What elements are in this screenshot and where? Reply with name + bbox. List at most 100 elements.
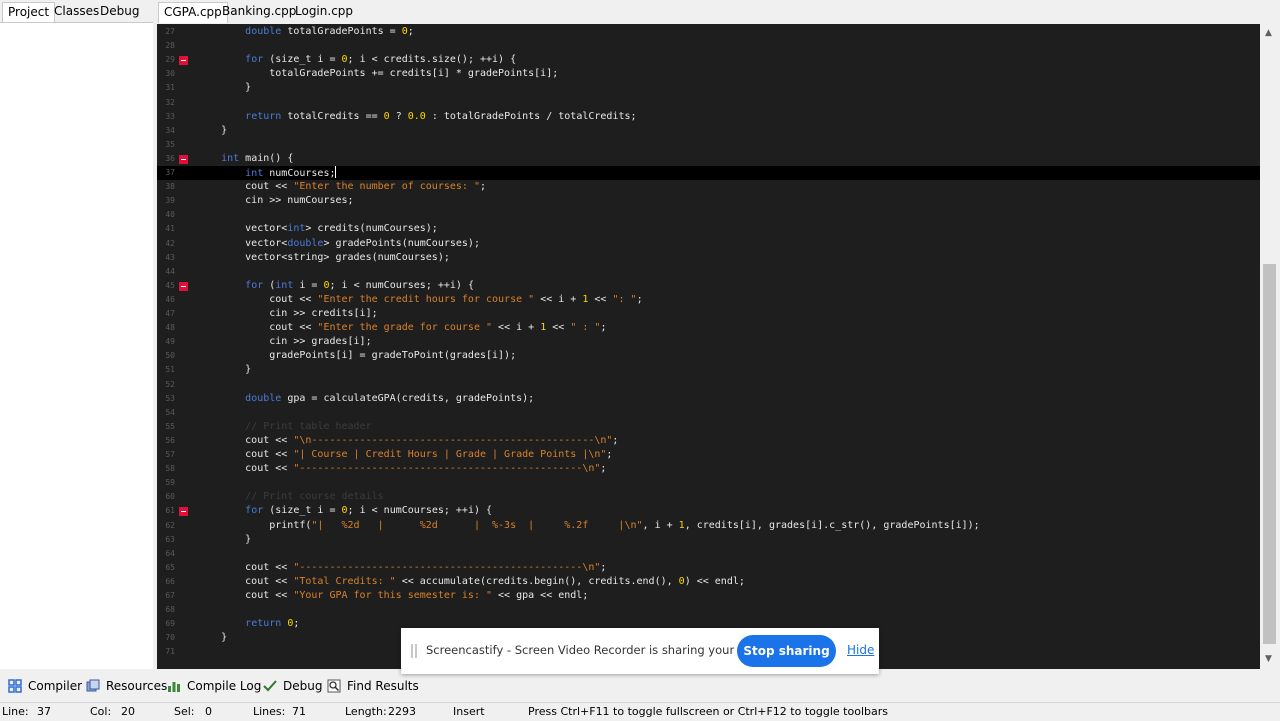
drag-handle-icon[interactable] bbox=[411, 644, 417, 658]
code-line[interactable]: 66 cout << "Total Credits: " << accumula… bbox=[157, 575, 1260, 589]
code-token: } bbox=[197, 632, 228, 643]
code-line[interactable]: 30 totalGradePoints += credits[i] * grad… bbox=[157, 67, 1260, 81]
compile-log-tab-label: Compile Log bbox=[187, 679, 262, 693]
code-line[interactable]: 60 // Print course details bbox=[157, 490, 1260, 504]
code-token-kw: double bbox=[245, 26, 282, 37]
line-number: 71 bbox=[165, 647, 175, 656]
code-editor[interactable]: 27 double totalGradePoints = 0; 28 29 for … bbox=[157, 24, 1260, 669]
find-results-tab[interactable]: Find Results bbox=[327, 677, 419, 695]
code-line[interactable]: 34 } bbox=[157, 124, 1260, 138]
scroll-up-arrow-icon[interactable]: ▲ bbox=[1265, 28, 1272, 38]
code-line[interactable]: 64 bbox=[157, 547, 1260, 561]
code-line[interactable]: 39 cin >> numCourses; bbox=[157, 194, 1260, 208]
code-token: } bbox=[197, 534, 252, 545]
code-text: // Print table header bbox=[197, 420, 371, 434]
code-line[interactable]: 68 bbox=[157, 603, 1260, 617]
code-line[interactable]: 32 bbox=[157, 96, 1260, 110]
code-line[interactable]: 57 cout << "| Course | Credit Hours | Gr… bbox=[157, 448, 1260, 462]
code-line[interactable]: 50 gradePoints[i] = gradeToPoint(grades[… bbox=[157, 349, 1260, 363]
vertical-scrollbar[interactable]: ▲ ▼ bbox=[1260, 24, 1280, 669]
fold-collapse-icon[interactable] bbox=[179, 282, 188, 291]
code-line[interactable]: 31 } bbox=[157, 81, 1260, 95]
debug-tab[interactable]: Debug bbox=[263, 677, 322, 695]
code-line[interactable]: 36 int main() { bbox=[157, 152, 1260, 166]
code-line[interactable]: 56 cout << "\n--------------------------… bbox=[157, 434, 1260, 448]
compile-log-tab[interactable]: Compile Log bbox=[167, 677, 261, 695]
code-line[interactable]: 53 double gpa = calculateGPA(credits, gr… bbox=[157, 392, 1260, 406]
line-number: 45 bbox=[165, 281, 175, 290]
line-number: 70 bbox=[165, 633, 175, 642]
code-line[interactable]: 65 cout << "----------------------------… bbox=[157, 561, 1260, 575]
code-text: } bbox=[197, 363, 251, 377]
code-line[interactable]: 29 for (size_t i = 0; i < credits.size()… bbox=[157, 53, 1260, 67]
code-line[interactable]: 58 cout << "----------------------------… bbox=[157, 462, 1260, 476]
bottom-panel-tabs: Compiler Resources Compile Log Debug Fin… bbox=[0, 672, 1280, 700]
code-line[interactable]: 62 printf("| %2d | %2d | %-3s | %.2f |\n… bbox=[157, 519, 1260, 533]
code-text: for (size_t i = 0; i < credits.size(); +… bbox=[197, 53, 516, 67]
line-number: 31 bbox=[165, 83, 175, 92]
tab-debug[interactable]: Debug bbox=[95, 2, 144, 22]
tab-project[interactable]: Project bbox=[2, 2, 56, 22]
code-token: ; bbox=[600, 322, 607, 333]
fold-collapse-icon[interactable] bbox=[179, 155, 188, 164]
compiler-tab[interactable]: Compiler bbox=[8, 677, 82, 695]
code-line[interactable]: 40 bbox=[157, 208, 1260, 222]
code-text: } bbox=[197, 533, 251, 547]
code-token-kw: int bbox=[287, 223, 306, 234]
hide-banner-link[interactable]: Hide bbox=[847, 643, 874, 657]
code-line[interactable]: 43 vector<string> grades(numCourses); bbox=[157, 251, 1260, 265]
code-text: cout << "Total Credits: " << accumulate(… bbox=[197, 575, 745, 589]
code-line[interactable]: 54 bbox=[157, 406, 1260, 420]
code-line[interactable]: 44 bbox=[157, 265, 1260, 279]
fold-collapse-icon[interactable] bbox=[179, 507, 188, 516]
scrollbar-thumb[interactable] bbox=[1263, 264, 1276, 644]
text-caret bbox=[335, 166, 337, 178]
code-token: gpa = calculateGPA(credits, gradePoints)… bbox=[281, 393, 535, 404]
code-line[interactable]: 49 cin >> grades[i]; bbox=[157, 335, 1260, 349]
code-token-num: 0.0 bbox=[407, 111, 426, 122]
code-line[interactable]: 51 } bbox=[157, 363, 1260, 377]
compiler-tab-label: Compiler bbox=[28, 679, 83, 693]
line-number: 67 bbox=[165, 591, 175, 600]
status-hint: Press Ctrl+F11 to toggle fullscreen or C… bbox=[528, 705, 888, 718]
scroll-down-arrow-icon[interactable]: ▼ bbox=[1265, 654, 1272, 664]
fold-collapse-icon[interactable] bbox=[179, 56, 188, 65]
line-number: 27 bbox=[165, 27, 175, 36]
code-line[interactable]: 46 cout << "Enter the credit hours for c… bbox=[157, 293, 1260, 307]
line-number: 28 bbox=[165, 41, 175, 50]
code-line[interactable]: 33 return totalCredits == 0 ? 0.0 : tota… bbox=[157, 110, 1260, 124]
code-line[interactable]: 37 int numCourses; bbox=[157, 166, 1260, 180]
line-number: 60 bbox=[165, 492, 175, 501]
code-line[interactable]: 61 for (size_t i = 0; i < numCourses; ++… bbox=[157, 504, 1260, 518]
code-line[interactable]: 27 double totalGradePoints = 0; bbox=[157, 25, 1260, 39]
tab-login-cpp[interactable]: Login.cpp bbox=[290, 2, 358, 23]
code-line[interactable]: 55 // Print table header bbox=[157, 420, 1260, 434]
line-number: 33 bbox=[165, 112, 175, 121]
code-line[interactable]: 59 bbox=[157, 476, 1260, 490]
project-tree-panel[interactable] bbox=[0, 22, 153, 669]
stop-sharing-button[interactable]: Stop sharing bbox=[737, 635, 836, 667]
resources-tab[interactable]: Resources bbox=[86, 677, 167, 695]
code-line[interactable]: 67 cout << "Your GPA for this semester i… bbox=[157, 589, 1260, 603]
code-line[interactable]: 52 bbox=[157, 378, 1260, 392]
code-line[interactable]: 35 bbox=[157, 138, 1260, 152]
code-line[interactable]: 42 vector<double> gradePoints(numCourses… bbox=[157, 237, 1260, 251]
code-line[interactable]: 63 } bbox=[157, 533, 1260, 547]
tab-banking-cpp[interactable]: Banking.cpp bbox=[217, 2, 301, 23]
line-number: 47 bbox=[165, 309, 175, 318]
code-token-str: "| %2d | %2d | %-3s | %.2f |\n" bbox=[311, 520, 643, 531]
code-line[interactable]: 28 bbox=[157, 39, 1260, 53]
code-text: vector<int> credits(numCourses); bbox=[197, 222, 438, 236]
code-text: } bbox=[197, 631, 227, 645]
code-line[interactable]: 38 cout << "Enter the number of courses:… bbox=[157, 180, 1260, 194]
code-token: > credits(numCourses); bbox=[305, 223, 438, 234]
code-token-str: ": " bbox=[612, 294, 637, 305]
line-number: 42 bbox=[165, 239, 175, 248]
code-line[interactable]: 47 cin >> credits[i]; bbox=[157, 307, 1260, 321]
code-line[interactable]: 45 for (int i = 0; i < numCourses; ++i) … bbox=[157, 279, 1260, 293]
code-line[interactable]: 48 cout << "Enter the grade for course "… bbox=[157, 321, 1260, 335]
code-text: cout << "\n-----------------------------… bbox=[197, 434, 618, 448]
code-line[interactable]: 41 vector<int> credits(numCourses); bbox=[157, 222, 1260, 236]
